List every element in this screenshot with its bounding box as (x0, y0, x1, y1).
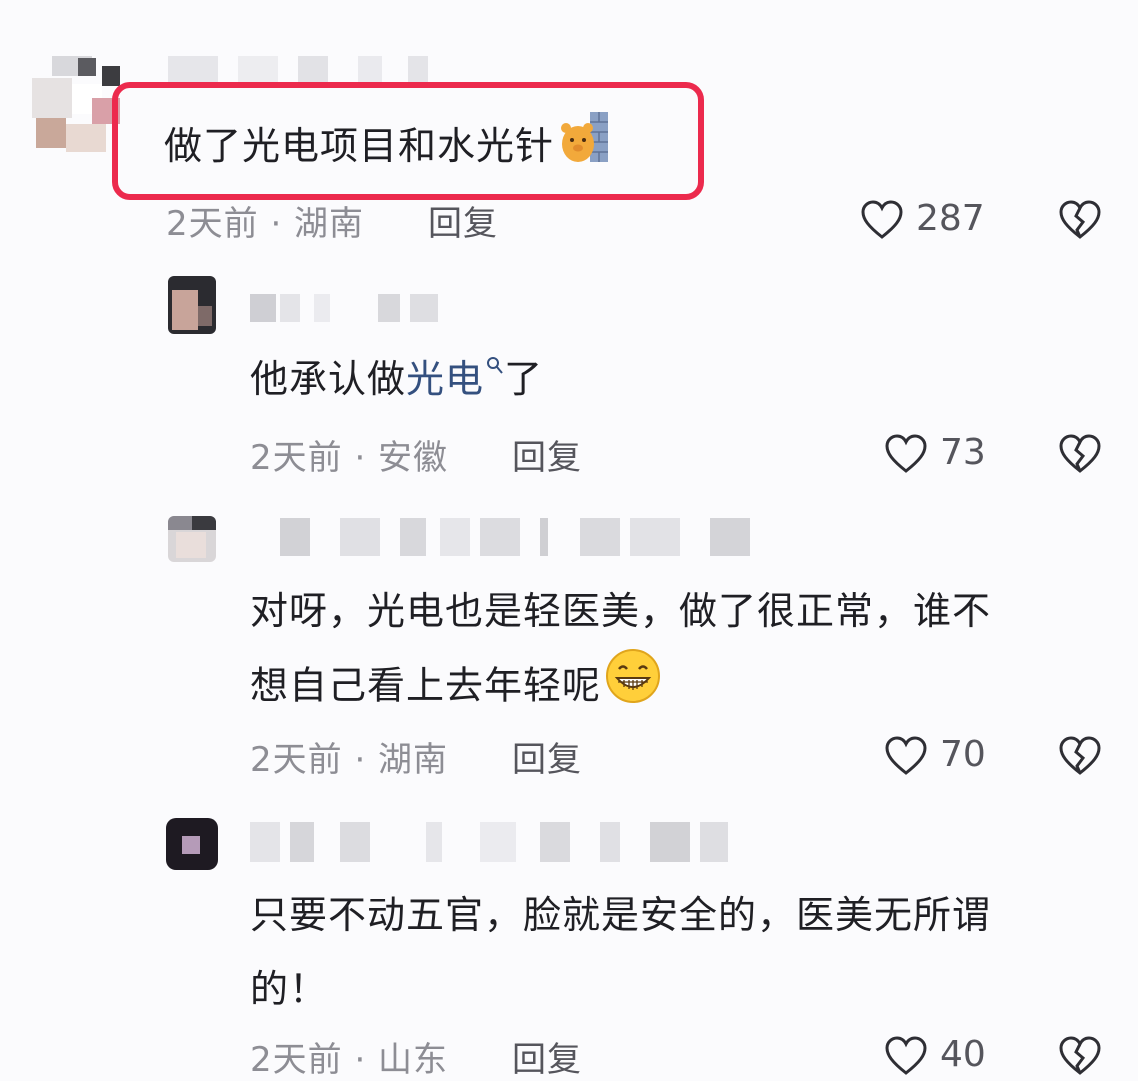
comment-text-before: 他承认做 (250, 357, 407, 401)
username-blurred[interactable] (250, 518, 760, 556)
avatar[interactable] (166, 818, 218, 870)
heart-outline-icon[interactable] (860, 198, 904, 242)
comment-text-line: 的！ (250, 967, 329, 1011)
reply-button[interactable]: 回复 (512, 430, 582, 479)
hashtag-link[interactable]: 光电 (406, 357, 504, 401)
like-count: 73 (940, 432, 986, 473)
comment-text: 做了光电项目和水光针 (164, 110, 610, 187)
comment-text-after: 了 (504, 357, 544, 401)
broken-heart-icon[interactable] (1058, 734, 1102, 778)
heart-outline-icon[interactable] (884, 432, 928, 476)
reply-button[interactable]: 回复 (512, 732, 582, 781)
avatar[interactable] (168, 276, 216, 334)
username-blurred[interactable] (250, 294, 440, 322)
search-icon[interactable] (486, 356, 504, 376)
username-blurred[interactable] (250, 822, 730, 862)
broken-heart-icon[interactable] (1058, 1034, 1102, 1078)
heart-outline-icon[interactable] (884, 734, 928, 778)
comment-text-content: 做了光电项目和水光针 (164, 124, 555, 168)
bear-wall-emoji (560, 110, 610, 187)
like-count: 70 (940, 734, 986, 775)
broken-heart-icon[interactable] (1058, 198, 1102, 242)
comment-text-line-content: 想自己看上去年轻呢 (250, 663, 602, 708)
reply-button[interactable]: 回复 (512, 1032, 582, 1081)
broken-heart-icon[interactable] (1058, 432, 1102, 476)
like-count: 40 (940, 1034, 986, 1075)
comment-text-line: 对呀，光电也是轻医美，做了很正常，谁不 (250, 589, 992, 633)
comment-meta: 2天前 · 湖南 (166, 204, 365, 244)
comment-meta: 2天前 · 山东 (250, 1040, 449, 1080)
comment-text: 他承认做光电了 (250, 342, 543, 416)
username-blurred[interactable] (168, 56, 428, 84)
like-count: 287 (916, 198, 985, 239)
avatar[interactable] (22, 48, 120, 158)
comment-text-line: 想自己看上去年轻呢 (250, 648, 661, 728)
reply-button[interactable]: 回复 (428, 196, 498, 245)
grin-emoji (605, 648, 661, 728)
comment-text-line: 只要不动五官，脸就是安全的，医美无所谓 (250, 893, 992, 937)
avatar[interactable] (168, 516, 216, 562)
heart-outline-icon[interactable] (884, 1034, 928, 1078)
comment-meta: 2天前 · 安徽 (250, 438, 449, 478)
comment-meta: 2天前 · 湖南 (250, 740, 449, 780)
hashtag-link-label[interactable]: 光电 (406, 357, 484, 401)
